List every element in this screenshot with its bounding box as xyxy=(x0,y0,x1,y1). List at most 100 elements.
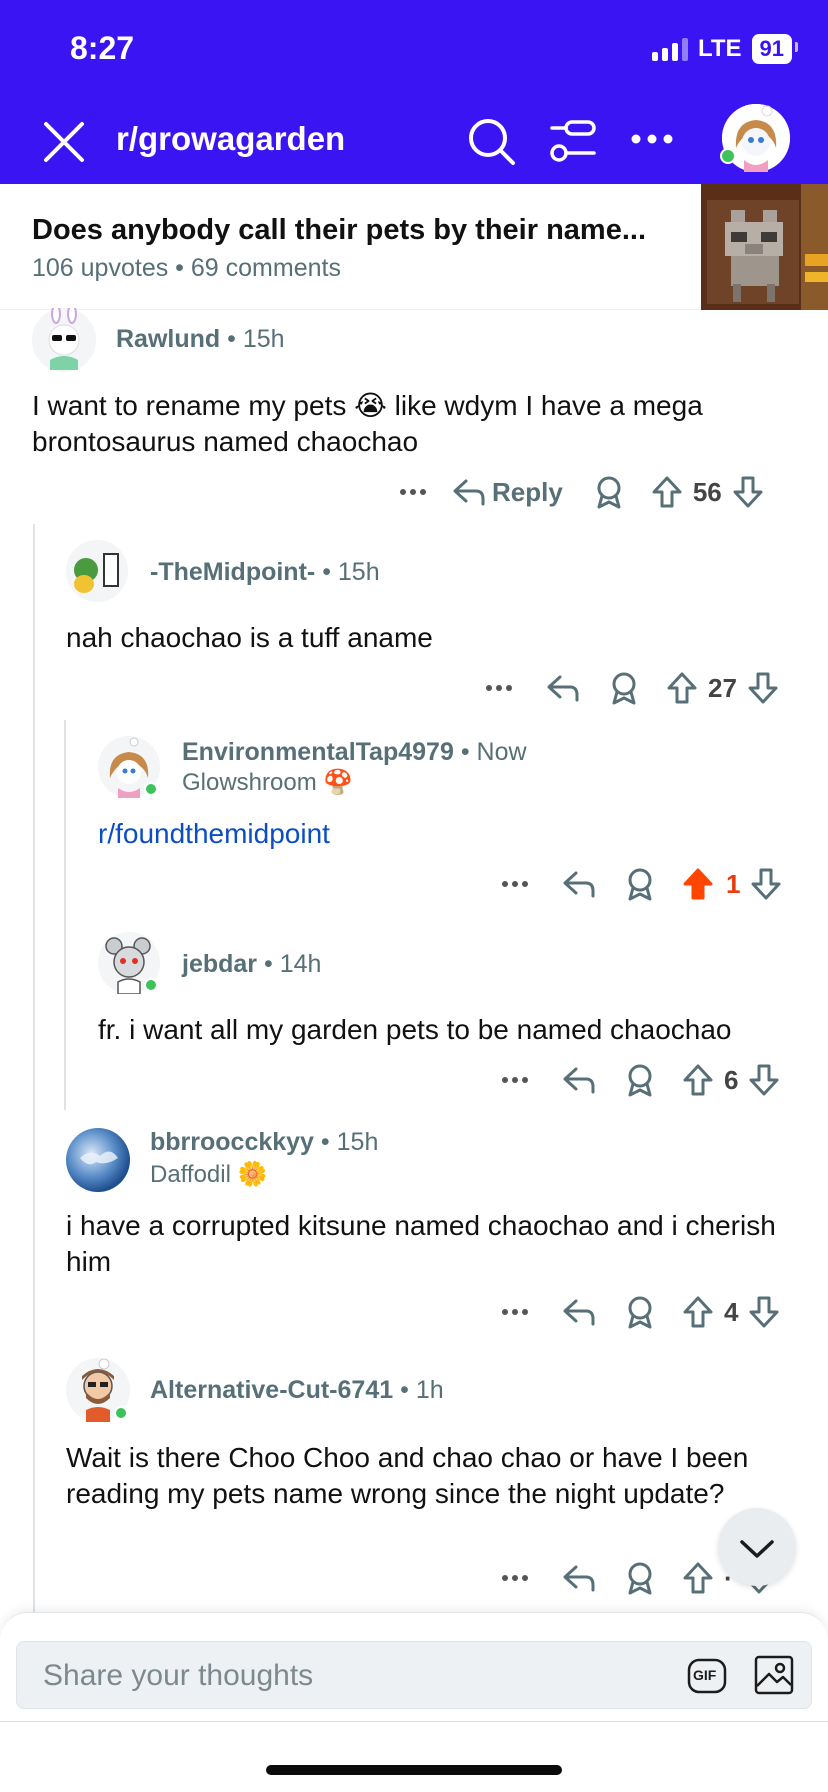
comment-author[interactable]: bbrroocckkyy • 15h xyxy=(150,1128,378,1157)
vote-score: 1 xyxy=(726,868,741,899)
downvote-icon[interactable] xyxy=(750,867,782,901)
comment-author[interactable]: EnvironmentalTap4979 • Now xyxy=(182,738,527,767)
profile-avatar[interactable] xyxy=(720,104,790,172)
comment-author[interactable]: jebdar • 14h xyxy=(182,950,321,979)
downvote-icon[interactable] xyxy=(732,475,764,509)
comment-body: nah chaochao is a tuff aname xyxy=(66,622,433,653)
image-upload-button[interactable] xyxy=(753,1654,795,1696)
username[interactable]: -TheMidpoint- xyxy=(150,558,315,586)
comment-time: Now xyxy=(476,738,527,766)
comment-actions: 4 xyxy=(498,1292,780,1332)
thread-line-level-1[interactable] xyxy=(33,524,35,1612)
comment-composer[interactable]: GIF xyxy=(16,1641,812,1709)
upvote-icon[interactable] xyxy=(682,1063,714,1097)
comment-time: 1h xyxy=(415,1376,444,1404)
reply-label: Reply xyxy=(492,476,563,507)
comment-actions: 27 xyxy=(482,668,779,708)
home-indicator[interactable] xyxy=(266,1765,562,1775)
scroll-down-button[interactable] xyxy=(718,1508,796,1586)
more-icon[interactable] xyxy=(498,1568,534,1588)
comment-author[interactable]: Alternative-Cut-6741 • 1h xyxy=(150,1376,444,1405)
reply-icon[interactable] xyxy=(546,673,580,703)
award-icon[interactable] xyxy=(624,1295,656,1329)
comment-composer-bar: GIF xyxy=(0,1612,828,1792)
upvote-icon[interactable] xyxy=(651,475,683,509)
upvote-icon-active[interactable] xyxy=(682,867,714,901)
user-flair: Glowshroom 🍄 xyxy=(182,769,354,796)
award-icon[interactable] xyxy=(624,867,656,901)
divider xyxy=(0,1721,828,1722)
gif-button[interactable]: GIF xyxy=(687,1658,727,1694)
post-thumbnail[interactable] xyxy=(701,184,828,310)
upvote-icon[interactable] xyxy=(682,1561,714,1595)
downvote-icon[interactable] xyxy=(747,671,779,705)
more-icon[interactable] xyxy=(482,678,518,698)
downvote-icon[interactable] xyxy=(748,1295,780,1329)
meta-separator: • xyxy=(175,254,184,282)
meta-separator: • xyxy=(460,738,470,766)
username[interactable]: EnvironmentalTap4979 xyxy=(182,738,454,766)
comment-author[interactable]: Rawlund • 15h xyxy=(116,325,285,354)
username[interactable]: Alternative-Cut-6741 xyxy=(150,1376,393,1404)
avatar[interactable] xyxy=(98,736,160,798)
avatar[interactable] xyxy=(98,932,160,995)
comment-input[interactable] xyxy=(43,1659,643,1693)
comment-time: 15h xyxy=(337,558,380,586)
chevron-down-icon xyxy=(740,1540,774,1558)
subreddit-title[interactable]: r/growagarden xyxy=(116,120,345,158)
filter-button[interactable] xyxy=(548,118,598,164)
username[interactable]: jebdar xyxy=(182,950,257,978)
close-button[interactable] xyxy=(40,118,88,166)
comment-author[interactable]: -TheMidpoint- • 15h xyxy=(150,558,380,587)
more-icon[interactable] xyxy=(396,482,432,502)
vote-score: 56 xyxy=(692,476,722,507)
more-icon[interactable] xyxy=(498,1070,534,1090)
more-options-button[interactable] xyxy=(628,124,676,154)
avatar[interactable] xyxy=(66,1358,130,1422)
comment-body: fr. i want all my garden pets to be name… xyxy=(98,1014,732,1045)
signal-icon xyxy=(651,37,688,61)
more-icon[interactable] xyxy=(498,1302,534,1322)
award-icon[interactable] xyxy=(624,1561,656,1595)
subreddit-link[interactable]: r/foundthemidpoint xyxy=(98,816,778,852)
reply-icon[interactable] xyxy=(562,869,596,899)
avatar[interactable] xyxy=(66,540,128,602)
upvote-icon[interactable] xyxy=(682,1295,714,1329)
search-button[interactable] xyxy=(466,116,518,168)
vote-score: 6 xyxy=(724,1064,739,1095)
vote-score: 4 xyxy=(724,1296,739,1327)
vote-score: 27 xyxy=(708,672,737,703)
award-icon[interactable] xyxy=(608,671,640,705)
gif-label: GIF xyxy=(693,1667,717,1683)
award-icon[interactable] xyxy=(593,475,625,509)
upvote-count: 106 upvotes xyxy=(32,254,169,282)
filter-icon xyxy=(550,120,596,162)
post-header[interactable]: Does anybody call their pets by their na… xyxy=(0,184,828,310)
close-icon xyxy=(44,122,84,162)
avatar[interactable] xyxy=(32,304,96,372)
meta-separator: • xyxy=(322,558,331,586)
upvote-icon[interactable] xyxy=(666,671,698,705)
more-icon[interactable] xyxy=(498,874,534,894)
downvote-icon[interactable] xyxy=(748,1063,780,1097)
post-thumbnail-image xyxy=(701,184,828,310)
avatar-icon xyxy=(66,540,128,602)
avatar[interactable] xyxy=(66,1128,130,1192)
battery-level: 91 xyxy=(751,34,799,64)
comment-body: Wait is there Choo Choo and chao chao or… xyxy=(66,1442,749,1509)
username[interactable]: bbrroocckkyy xyxy=(150,1128,314,1156)
comment-actions: 6 xyxy=(498,1060,780,1100)
username[interactable]: Rawlund xyxy=(116,325,220,353)
online-status-dot xyxy=(720,148,736,164)
post-title[interactable]: Does anybody call their pets by their na… xyxy=(32,214,646,247)
more-icon xyxy=(631,134,673,144)
award-icon[interactable] xyxy=(624,1063,656,1097)
reply-icon[interactable] xyxy=(562,1065,596,1095)
comment-body: I want to rename my pets 😭 like wdym I h… xyxy=(32,390,703,457)
reply-button[interactable]: Reply xyxy=(452,477,563,508)
reply-icon[interactable] xyxy=(562,1297,596,1327)
avatar-icon xyxy=(66,1128,130,1192)
reply-icon[interactable] xyxy=(562,1563,596,1593)
comment-actions: Reply 56 xyxy=(396,472,764,512)
thread-line-level-2[interactable] xyxy=(64,720,66,1110)
